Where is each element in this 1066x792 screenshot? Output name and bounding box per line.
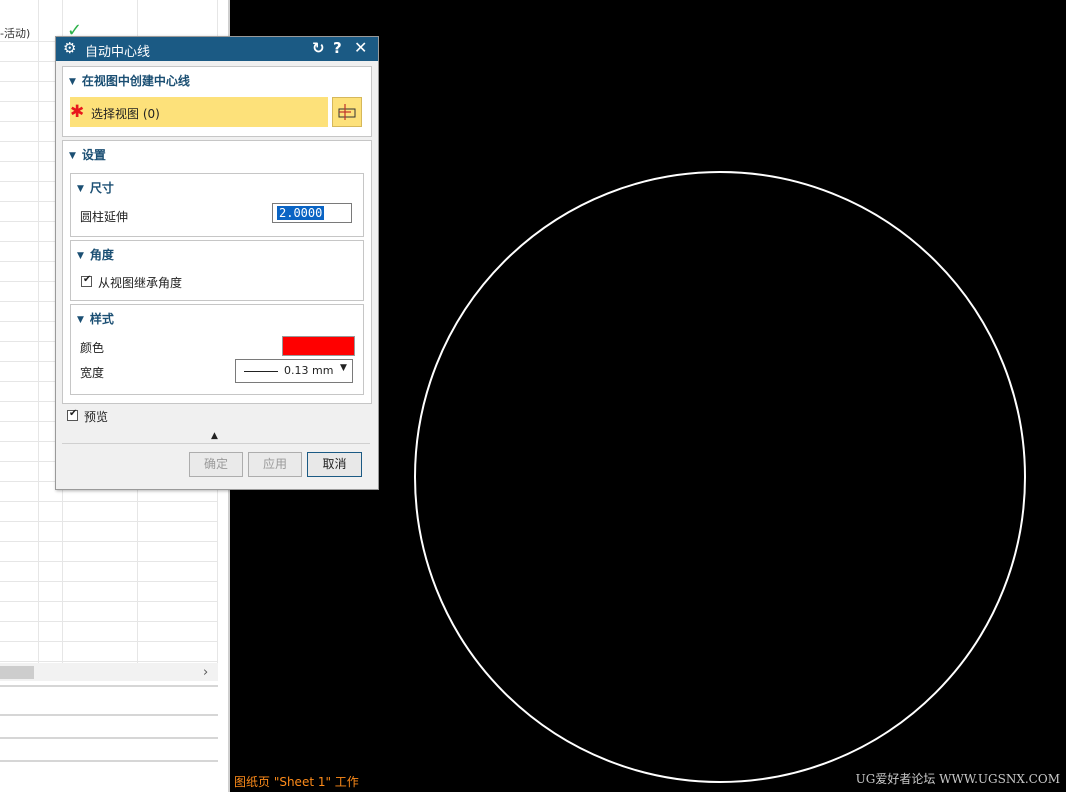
grid-row-line: [0, 501, 218, 502]
close-icon[interactable]: ✕: [354, 38, 367, 57]
checkmark-icon: ✔: [83, 274, 92, 285]
section-title: 尺寸: [89, 181, 114, 195]
grid-column-line: [38, 0, 39, 664]
width-label: 宽度: [80, 366, 105, 380]
collapse-caret-icon: ▼: [77, 315, 84, 325]
cancel-button[interactable]: 取消: [307, 452, 362, 477]
scrollbar-thumb[interactable]: [0, 666, 34, 679]
drawing-circle[interactable]: [414, 171, 1026, 783]
select-view-button[interactable]: [332, 97, 362, 127]
dialog-title: 自动中心线: [85, 45, 151, 60]
grid-row-line: [0, 541, 218, 542]
collapse-caret-icon: ▼: [69, 151, 76, 161]
preview-checkbox[interactable]: ✔: [67, 408, 78, 421]
panel-divider: [0, 714, 218, 716]
dimension-header[interactable]: ▼ 尺寸: [77, 179, 114, 196]
section-title: 样式: [89, 312, 114, 326]
inherit-angle-checkbox[interactable]: ✔: [81, 274, 92, 287]
panel-divider: [0, 685, 218, 687]
scroll-right-icon[interactable]: ›: [203, 665, 208, 680]
gear-icon[interactable]: ⚙: [63, 39, 76, 57]
grid-row-line: [0, 561, 218, 562]
cylinder-extension-label: 圆柱延伸: [80, 210, 129, 224]
dialog-titlebar[interactable]: ⚙ 自动中心线 ↻ ? ✕: [56, 37, 378, 61]
cylinder-extension-value: 2.0000: [277, 206, 325, 220]
dropdown-arrow-icon: ▼: [340, 363, 347, 373]
help-icon[interactable]: ?: [333, 39, 342, 57]
ok-button[interactable]: 确定: [189, 452, 243, 477]
panel-divider: [0, 760, 218, 762]
collapse-caret-icon: ▼: [69, 77, 76, 87]
reset-icon[interactable]: ↻: [312, 39, 325, 57]
collapse-caret-icon: ▼: [77, 184, 84, 194]
apply-button[interactable]: 应用: [248, 452, 302, 477]
view-select-icon: [338, 104, 356, 120]
grid-row-line: [0, 581, 218, 582]
grid-row-line: [0, 661, 218, 662]
collapse-caret-icon: ▼: [77, 251, 84, 261]
watermark-text: UG爱好者论坛 WWW.UGSNX.COM: [855, 772, 1060, 786]
navigator-active-text: -活动): [0, 27, 31, 40]
cylinder-extension-input[interactable]: 2.0000: [272, 203, 352, 223]
collapse-up-icon[interactable]: ▲: [211, 431, 218, 441]
auto-centerline-dialog: ⚙ 自动中心线 ↻ ? ✕ ▼ 在视图中创建中心线 ✱ 选择视图 (0) ▼ 设置 …: [55, 36, 379, 490]
angle-header[interactable]: ▼ 角度: [77, 246, 114, 263]
required-star-icon: ✱: [70, 102, 85, 122]
section-title: 设置: [81, 148, 106, 162]
angle-group: ▼ 角度: [70, 240, 364, 301]
color-label: 颜色: [80, 341, 105, 355]
checkmark-icon: ✔: [69, 408, 78, 419]
preview-label: 预览: [84, 410, 109, 424]
grid-row-line: [0, 621, 218, 622]
grid-row-line: [0, 521, 218, 522]
select-view-field[interactable]: ✱ 选择视图 (0): [70, 97, 328, 127]
sheet-status-label: 图纸页 "Sheet 1" 工作: [234, 775, 359, 789]
color-swatch-button[interactable]: [282, 336, 355, 356]
line-width-value: 0.13 mm: [284, 364, 334, 377]
select-view-label: 选择视图 (0): [91, 107, 160, 121]
grid-row-line: [0, 601, 218, 602]
style-header[interactable]: ▼ 样式: [77, 310, 114, 327]
settings-header[interactable]: ▼ 设置: [69, 146, 106, 163]
line-width-select[interactable]: 0.13 mm ▼: [235, 359, 353, 383]
create-centerline-header[interactable]: ▼ 在视图中创建中心线: [69, 72, 190, 89]
dialog-separator: [62, 443, 370, 444]
line-sample: [244, 371, 278, 372]
section-title: 在视图中创建中心线: [81, 74, 190, 88]
inherit-angle-label: 从视图继承角度: [98, 276, 183, 290]
panel-divider: [0, 737, 218, 739]
grid-row-line: [0, 641, 218, 642]
section-title: 角度: [89, 248, 114, 262]
